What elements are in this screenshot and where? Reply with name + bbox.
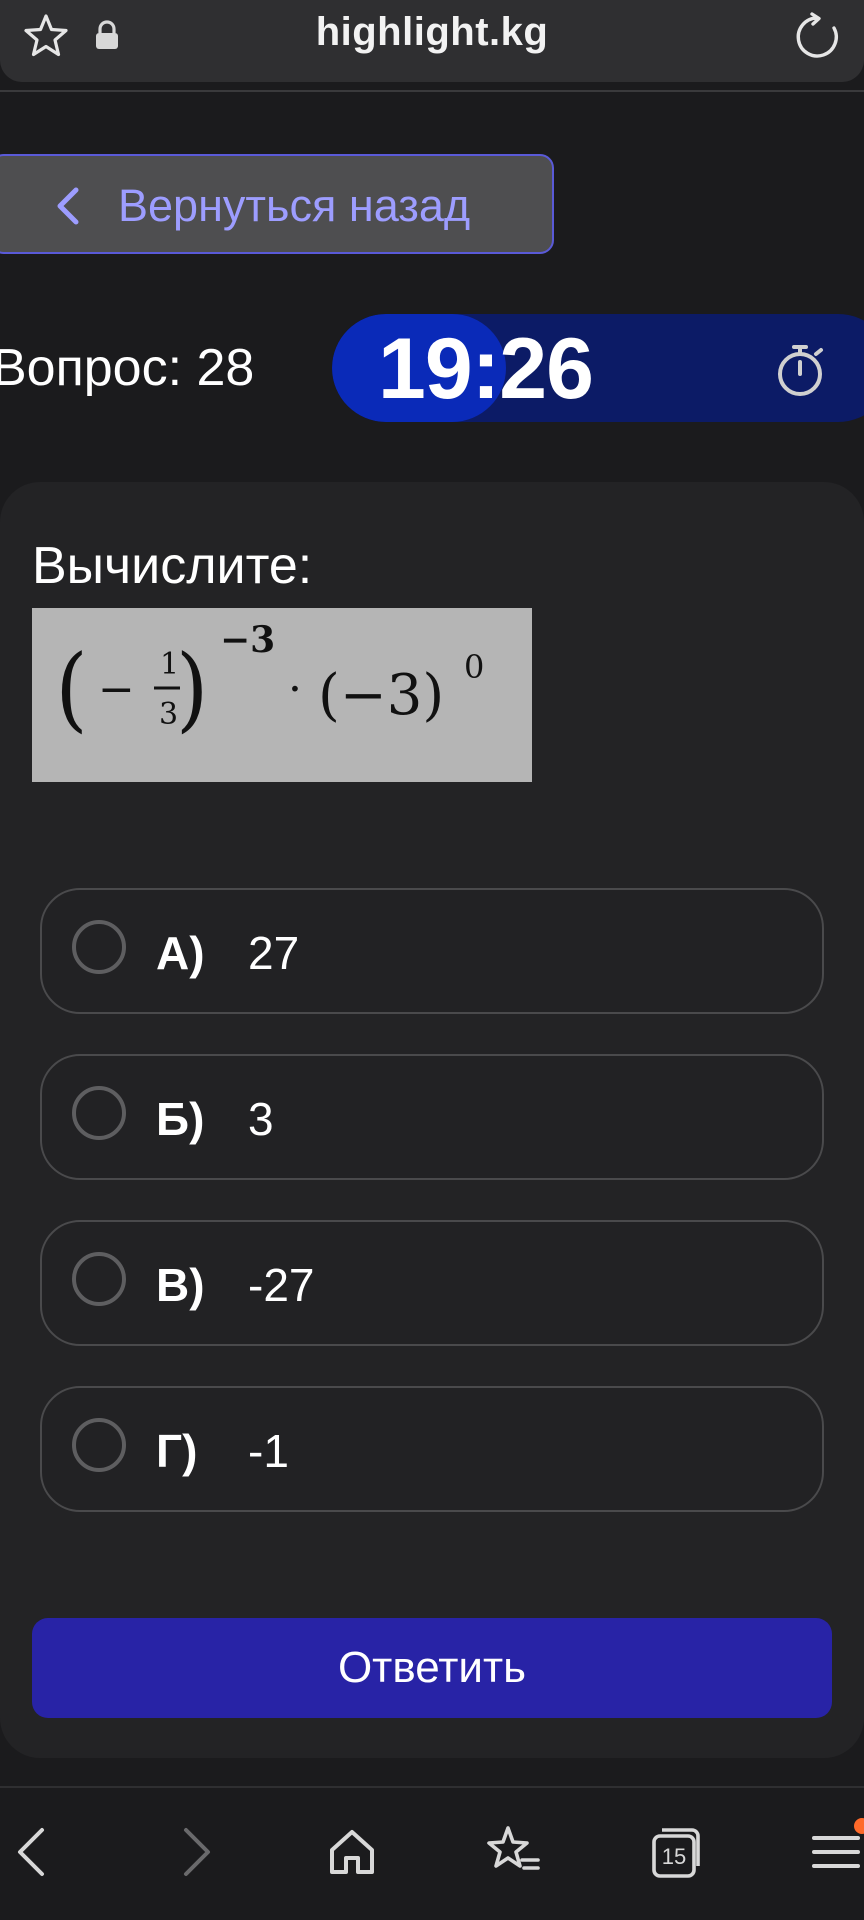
exponent-two: 0 bbox=[464, 648, 484, 686]
radio-button[interactable] bbox=[72, 1252, 126, 1306]
countdown-timer: 19:26 bbox=[332, 314, 864, 422]
option-value: -27 bbox=[248, 1259, 315, 1311]
option-value: -1 bbox=[248, 1425, 289, 1477]
option-letter: Б) bbox=[156, 1093, 205, 1145]
answer-option-v[interactable]: В) -27 bbox=[40, 1220, 824, 1346]
timer-value: 19:26 bbox=[378, 321, 594, 417]
browser-toolbar: highlight.kg bbox=[0, 0, 864, 82]
tabs-count: 15 bbox=[661, 1844, 687, 1869]
forward-arrow-icon[interactable] bbox=[166, 1822, 226, 1882]
exponent-one: −3 bbox=[220, 619, 275, 661]
question-number: Вопрос: 28 bbox=[0, 339, 255, 397]
chevron-left-icon bbox=[57, 187, 79, 225]
home-icon[interactable] bbox=[322, 1822, 382, 1882]
option-letter: В) bbox=[156, 1259, 205, 1311]
second-base: (−3) bbox=[318, 663, 444, 728]
question-prompt: Вычислите: bbox=[32, 537, 313, 595]
formula-svg: ( − 1 3 ) −3 · (−3) 0 bbox=[55, 619, 484, 742]
radio-button[interactable] bbox=[72, 920, 126, 974]
close-paren: ) bbox=[176, 635, 208, 742]
notification-dot bbox=[854, 1818, 864, 1834]
submit-answer-button[interactable]: Ответить bbox=[32, 1618, 832, 1718]
question-card: Вычислите: ( − 1 3 ) −3 · (−3) 0 А) 27 Б… bbox=[0, 482, 864, 1758]
back-button[interactable]: Вернуться назад bbox=[0, 154, 554, 254]
browser-bottom-bar: 15 bbox=[0, 1786, 864, 1920]
bookmarks-icon[interactable] bbox=[482, 1822, 542, 1882]
option-value: 3 bbox=[248, 1093, 274, 1145]
option-letter: Г) bbox=[156, 1425, 198, 1477]
back-arrow-icon[interactable] bbox=[2, 1822, 62, 1882]
page: highlight.kg Вернуться назад Вопрос: 28 … bbox=[0, 0, 864, 1920]
minus-sign: − bbox=[98, 664, 135, 715]
multiply-dot: · bbox=[288, 664, 302, 715]
answer-option-b[interactable]: Б) 3 bbox=[40, 1054, 824, 1180]
answer-option-a[interactable]: А) 27 bbox=[40, 888, 824, 1014]
option-value: 27 bbox=[248, 927, 300, 979]
stopwatch-icon bbox=[778, 345, 823, 396]
answer-option-g[interactable]: Г) -1 bbox=[40, 1386, 824, 1512]
radio-button[interactable] bbox=[72, 1418, 126, 1472]
address-bar-url[interactable]: highlight.kg bbox=[0, 10, 864, 55]
open-paren: ( bbox=[55, 635, 87, 742]
toolbar-divider bbox=[0, 90, 864, 92]
tabs-button[interactable]: 15 bbox=[646, 1822, 706, 1882]
formula-image: ( − 1 3 ) −3 · (−3) 0 bbox=[32, 608, 532, 782]
reload-icon[interactable] bbox=[792, 12, 842, 62]
back-button-label: Вернуться назад bbox=[118, 180, 471, 231]
option-letter: А) bbox=[156, 927, 205, 979]
radio-button[interactable] bbox=[72, 1086, 126, 1140]
